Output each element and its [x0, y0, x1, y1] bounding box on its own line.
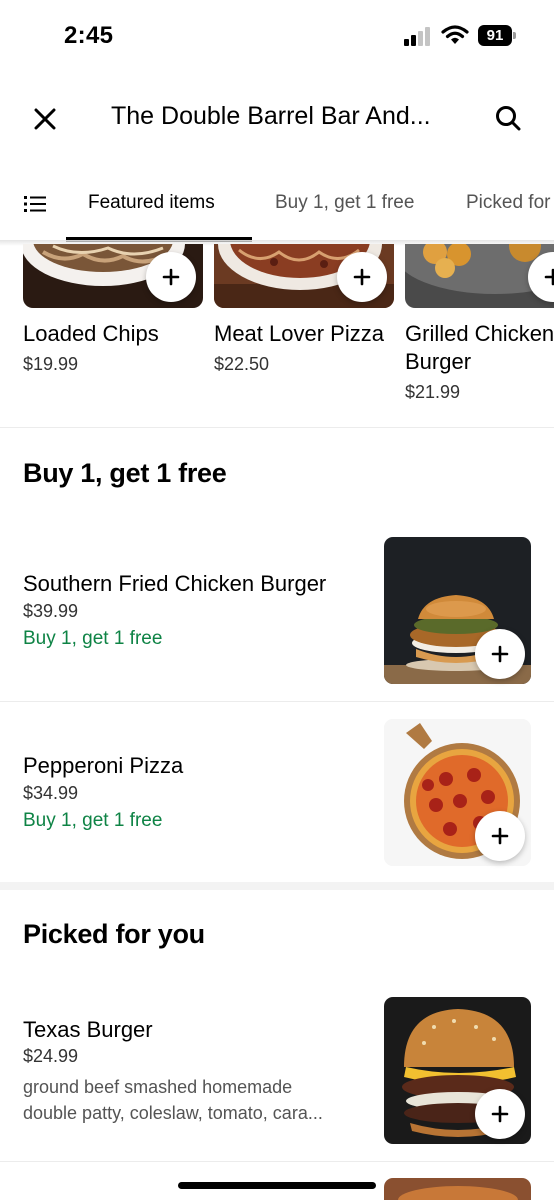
battery-indicator: 91	[478, 25, 516, 46]
close-icon	[34, 108, 56, 130]
search-icon	[496, 106, 521, 131]
store-title: The Double Barrel Bar And...	[111, 102, 431, 130]
tab-featured-items[interactable]: Featured items	[88, 192, 215, 214]
featured-item-price: $19.99	[23, 354, 79, 374]
section-divider	[0, 882, 554, 890]
featured-item-name: Loaded Chips	[23, 321, 159, 346]
category-tabs: Featured items Buy 1, get 1 free Picked …	[0, 166, 554, 242]
add-button[interactable]	[475, 1089, 525, 1139]
plus-icon	[491, 1105, 509, 1123]
next-item-image	[384, 1178, 531, 1200]
item-description-line2: double patty, coleslaw, tomato, cara...	[23, 1103, 323, 1123]
plus-icon	[491, 645, 509, 663]
plus-icon	[353, 268, 371, 286]
plus-icon	[491, 827, 509, 845]
item-price: $39.99	[23, 601, 79, 621]
item-name: Southern Fried Chicken Burger	[23, 571, 327, 596]
menu-item-row[interactable]: Texas Burger $24.99 ground beef smashed …	[0, 990, 554, 1160]
item-description: ground beef smashed homemade	[23, 1077, 293, 1097]
section-title-bogo: Buy 1, get 1 free	[23, 458, 227, 488]
divider	[0, 701, 554, 702]
featured-item-price: $21.99	[405, 382, 461, 402]
item-price: $34.99	[23, 783, 79, 803]
battery-level: 91	[478, 25, 512, 46]
item-name: Texas Burger	[23, 1017, 153, 1042]
item-name: Pepperoni Pizza	[23, 753, 184, 778]
status-bar: 2:45 91	[0, 0, 554, 72]
item-promo: Buy 1, get 1 free	[23, 628, 163, 649]
tab-buy-1-get-1-free[interactable]: Buy 1, get 1 free	[275, 192, 414, 214]
featured-item-price: $22.50	[214, 354, 270, 374]
plus-icon	[162, 268, 180, 286]
divider	[0, 1161, 554, 1162]
section-title-picked: Picked for you	[23, 919, 205, 949]
cellular-signal-icon	[404, 27, 430, 46]
search-button[interactable]	[490, 100, 526, 136]
plus-icon	[544, 268, 554, 286]
menu-item-row[interactable]: Southern Fried Chicken Burger $39.99 Buy…	[0, 530, 554, 700]
divider	[0, 427, 554, 428]
tab-picked-for-you[interactable]: Picked for you	[466, 192, 554, 214]
close-button[interactable]	[28, 102, 62, 136]
wifi-icon	[441, 25, 469, 44]
home-indicator	[178, 1182, 376, 1189]
add-button[interactable]	[475, 629, 525, 679]
featured-item-name: Meat Lover Pizza	[214, 321, 384, 346]
add-button[interactable]	[475, 811, 525, 861]
store-header: The Double Barrel Bar And...	[0, 80, 554, 156]
item-price: $24.99	[23, 1046, 79, 1066]
menu-list-icon[interactable]	[22, 192, 50, 216]
battery-cap	[513, 32, 516, 39]
item-promo: Buy 1, get 1 free	[23, 810, 163, 831]
add-button[interactable]	[337, 252, 387, 302]
status-time: 2:45	[64, 22, 114, 49]
featured-item-name: Grilled Chicken	[405, 321, 554, 346]
menu-item-row[interactable]: Pepperoni Pizza $34.99 Buy 1, get 1 free	[0, 712, 554, 882]
featured-item-name-line2: Burger	[405, 349, 472, 374]
featured-carousel: Loaded Chips $19.99 Meat Lover Pizza $22…	[0, 244, 554, 414]
add-button[interactable]	[146, 252, 196, 302]
